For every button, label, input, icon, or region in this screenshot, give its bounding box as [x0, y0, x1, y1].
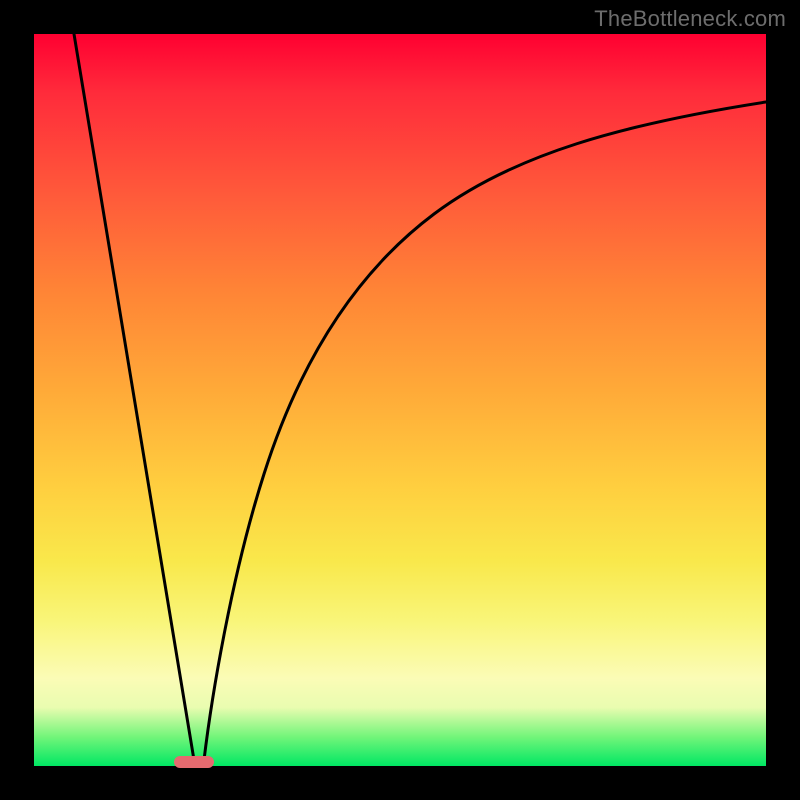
- curve-left-branch: [74, 34, 194, 760]
- watermark-text: TheBottleneck.com: [594, 6, 786, 32]
- plot-area: [34, 34, 766, 766]
- curve-layer: [34, 34, 766, 766]
- minimum-marker: [174, 756, 214, 768]
- curve-right-branch: [204, 102, 766, 760]
- chart-frame: TheBottleneck.com: [0, 0, 800, 800]
